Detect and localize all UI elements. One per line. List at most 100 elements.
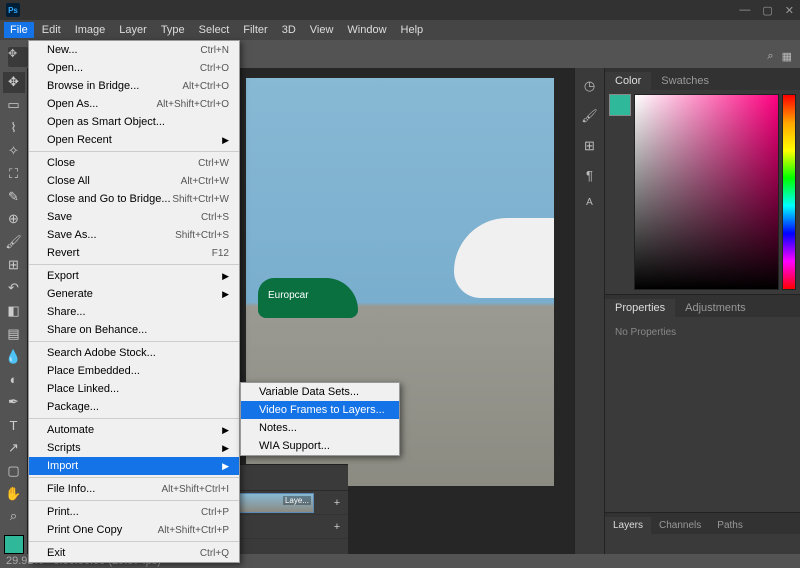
brushes-panel-icon[interactable]: 🖌 [581,108,598,124]
history-tool[interactable]: ↶ [3,278,25,299]
menu-edit[interactable]: Edit [36,22,67,38]
menu-item-open-recent[interactable]: Open Recent▶ [29,131,239,149]
right-dock: Color Swatches Properties Adjustments No… [604,68,800,554]
menu-item-print-one-copy[interactable]: Print One CopyAlt+Shift+Ctrl+P [29,521,239,539]
menu-item-exit[interactable]: ExitCtrl+Q [29,544,239,562]
foreground-color[interactable] [4,535,24,554]
eraser-tool[interactable]: ◧ [3,300,25,321]
type-tool[interactable]: T [3,415,25,436]
zoom-tool[interactable]: ⌕ [3,506,25,527]
workspace-icon[interactable]: ▦ [782,50,792,63]
close-button[interactable]: ✕ [785,4,794,17]
color-picker-panel [605,90,800,294]
marquee-tool[interactable]: ▭ [3,95,25,116]
menu-item-revert[interactable]: RevertF12 [29,244,239,262]
properties-body: No Properties [605,317,800,417]
tab-color[interactable]: Color [605,72,651,90]
menu-item-search-adobe-stock[interactable]: Search Adobe Stock... [29,344,239,362]
gradient-tool[interactable]: ▤ [3,323,25,344]
tab-paths[interactable]: Paths [709,517,751,534]
paragraph-panel-icon[interactable]: ¶ [586,168,593,183]
hand-tool[interactable]: ✋ [3,483,25,504]
menu-item-save-as[interactable]: Save As...Shift+Ctrl+S [29,226,239,244]
menu-item-save[interactable]: SaveCtrl+S [29,208,239,226]
menu-item-generate[interactable]: Generate▶ [29,285,239,303]
maximize-button[interactable]: ▢ [762,4,772,17]
character-panel-icon[interactable]: A [586,197,593,208]
menu-file[interactable]: File [4,22,34,38]
move-tool[interactable]: ✥ [3,72,25,93]
collapsed-panels: ◷ 🖌 ⊞ ¶ A [574,68,604,554]
tab-adjustments[interactable]: Adjustments [675,299,756,317]
menu-item-automate[interactable]: Automate▶ [29,421,239,439]
color-fg-swatch[interactable] [609,94,631,116]
menu-item-file-info[interactable]: File Info...Alt+Shift+Ctrl+I [29,480,239,498]
tab-channels[interactable]: Channels [651,517,709,534]
menu-item-import[interactable]: Import▶ [29,457,239,475]
move-tool-icon[interactable]: ✥ [8,47,28,67]
shape-tool[interactable]: ▢ [3,460,25,481]
history-panel-icon[interactable]: ◷ [584,78,595,94]
clone-panel-icon[interactable]: ⊞ [584,138,595,154]
submenu-item-variable-data-sets[interactable]: Variable Data Sets... [241,383,399,401]
hue-slider[interactable] [782,94,796,290]
menu-bar: File Edit Image Layer Type Select Filter… [0,20,800,40]
pen-tool[interactable]: ✒ [3,392,25,413]
menu-item-place-linked[interactable]: Place Linked... [29,380,239,398]
menu-item-package[interactable]: Package... [29,398,239,416]
path-tool[interactable]: ↗ [3,438,25,459]
wand-tool[interactable]: ✧ [3,141,25,162]
menu-help[interactable]: Help [395,22,430,38]
crop-tool[interactable]: ⛶ [3,163,25,184]
menu-item-open-as[interactable]: Open As...Alt+Shift+Ctrl+O [29,95,239,113]
color-field[interactable] [634,94,779,290]
brush-tool[interactable]: 🖌 [3,232,25,253]
tab-layers[interactable]: Layers [605,517,651,534]
menu-item-browse-in-bridge[interactable]: Browse in Bridge...Alt+Ctrl+O [29,77,239,95]
file-dropdown: New...Ctrl+NOpen...Ctrl+OBrowse in Bridg… [28,40,240,563]
add-media-button[interactable]: + [326,497,348,509]
eyedropper-tool[interactable]: ✎ [3,186,25,207]
stamp-tool[interactable]: ⊞ [3,255,25,276]
dodge-tool[interactable]: ◐ [3,369,25,390]
menu-item-open[interactable]: Open...Ctrl+O [29,59,239,77]
menu-item-close-all[interactable]: Close AllAlt+Ctrl+W [29,172,239,190]
lasso-tool[interactable]: ⌇ [3,118,25,139]
submenu-item-wia-support[interactable]: WIA Support... [241,437,399,455]
menu-select[interactable]: Select [193,22,236,38]
import-submenu: Variable Data Sets...Video Frames to Lay… [240,382,400,456]
menu-item-close-and-go-to-bridge[interactable]: Close and Go to Bridge...Shift+Ctrl+W [29,190,239,208]
window-controls: — ▢ ✕ [739,4,794,17]
menu-item-scripts[interactable]: Scripts▶ [29,439,239,457]
tab-swatches[interactable]: Swatches [651,72,719,90]
tab-properties[interactable]: Properties [605,299,675,317]
menu-item-new[interactable]: New...Ctrl+N [29,41,239,59]
menu-item-open-as-smart-object[interactable]: Open as Smart Object... [29,113,239,131]
menu-type[interactable]: Type [155,22,191,38]
submenu-item-video-frames-to-layers[interactable]: Video Frames to Layers... [241,401,399,419]
menu-item-close[interactable]: CloseCtrl+W [29,154,239,172]
menu-window[interactable]: Window [341,22,392,38]
canvas-image-plane2 [454,218,554,298]
title-bar: Ps — ▢ ✕ [0,0,800,20]
menu-filter[interactable]: Filter [237,22,273,38]
menu-item-share-on-behance[interactable]: Share on Behance... [29,321,239,339]
search-icon[interactable]: ⌕ [767,50,773,63]
color-panel-tabs: Color Swatches [605,68,800,90]
menu-item-export[interactable]: Export▶ [29,267,239,285]
add-audio-button[interactable]: + [326,521,348,533]
menu-item-place-embedded[interactable]: Place Embedded... [29,362,239,380]
menu-view[interactable]: View [304,22,340,38]
menu-item-share[interactable]: Share... [29,303,239,321]
blur-tool[interactable]: 💧 [3,346,25,367]
menu-image[interactable]: Image [69,22,112,38]
menu-item-print[interactable]: Print...Ctrl+P [29,503,239,521]
submenu-item-notes[interactable]: Notes... [241,419,399,437]
minimize-button[interactable]: — [739,4,750,17]
properties-panel-tabs: Properties Adjustments [605,295,800,317]
menu-3d[interactable]: 3D [276,22,302,38]
heal-tool[interactable]: ⊕ [3,209,25,230]
layers-panel-tabs: Layers Channels Paths [605,512,800,534]
timeline-clip[interactable]: Laye... [238,493,314,513]
menu-layer[interactable]: Layer [113,22,153,38]
